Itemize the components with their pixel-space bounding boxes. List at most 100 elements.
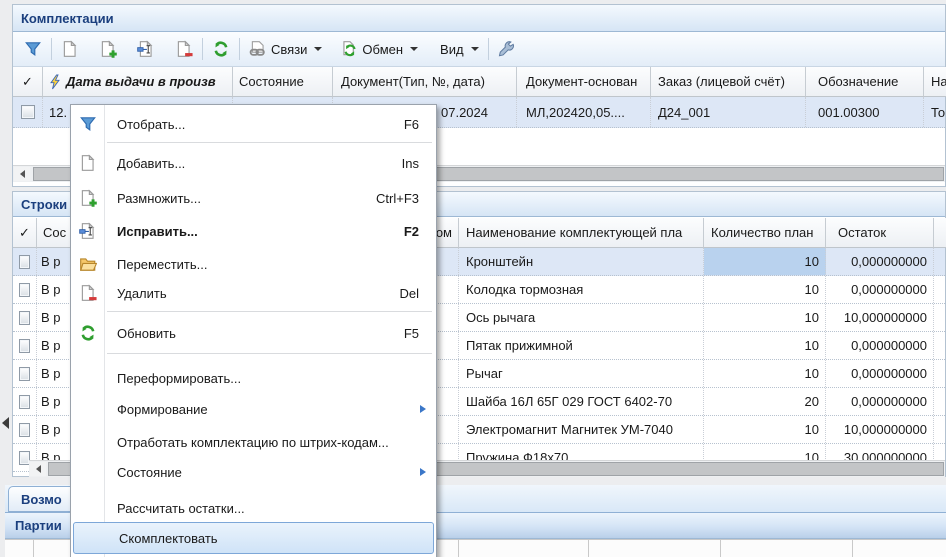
row-checkbox[interactable] xyxy=(19,339,30,353)
edit-doc-button[interactable] xyxy=(132,37,160,61)
settings-button[interactable] xyxy=(493,37,521,61)
qty-cell: 10 xyxy=(704,360,826,387)
row-check-cell xyxy=(13,304,37,331)
qty-cell: 10 xyxy=(704,332,826,359)
lines-col-check[interactable]: ✓ xyxy=(13,218,37,248)
menu-item-filter[interactable]: Отобрать... F6 xyxy=(72,108,435,140)
menu-item-add[interactable]: Добавить... Ins xyxy=(72,147,435,179)
qty-cell: 20 xyxy=(704,388,826,415)
column-divider xyxy=(852,540,853,557)
doc-edit-icon xyxy=(137,40,155,58)
menu-separator xyxy=(107,311,432,312)
duplicate-doc-button[interactable] xyxy=(94,37,122,61)
scroll-left-button[interactable] xyxy=(30,462,46,476)
docs-col-order[interactable]: Заказ (лицевой счёт) xyxy=(651,67,806,97)
doc-new-icon xyxy=(61,40,79,58)
row-checkbox[interactable] xyxy=(19,283,30,297)
menu-item-reform[interactable]: Переформировать... xyxy=(72,362,435,394)
menu-item-assemble[interactable]: Скомплектовать xyxy=(73,522,434,554)
lines-col-rest[interactable]: Остаток xyxy=(826,218,934,248)
row-checkbox[interactable] xyxy=(21,105,35,119)
row-check-cell xyxy=(13,332,37,359)
toolbar-separator xyxy=(51,38,52,60)
column-divider xyxy=(720,540,721,557)
chevron-down-icon xyxy=(314,47,322,51)
name-cell: Колодка тормозная xyxy=(459,276,704,303)
chain-icon xyxy=(249,40,267,58)
chevron-down-icon xyxy=(471,47,479,51)
filter-icon xyxy=(24,40,42,58)
docs-col-state[interactable]: Состояние xyxy=(233,67,333,97)
lines-col-name[interactable]: Наименование комплектующей пла xyxy=(459,218,704,248)
qty-cell: 10 xyxy=(704,248,826,275)
row-check-cell xyxy=(13,388,37,415)
order-cell: Д24_001 xyxy=(651,97,806,127)
row-checkbox[interactable] xyxy=(19,395,30,409)
row-check-cell xyxy=(13,276,37,303)
refresh-button[interactable] xyxy=(207,37,235,61)
rest-cell: 0,000000000 xyxy=(826,360,934,387)
new-doc-button[interactable] xyxy=(56,37,84,61)
docs-col-date[interactable]: Дата выдачи в произв xyxy=(43,67,233,97)
menu-item-move[interactable]: Переместить... xyxy=(72,248,435,280)
arrow-left-icon xyxy=(20,170,25,178)
arrow-left-icon xyxy=(36,465,41,473)
toolbar-separator xyxy=(488,38,489,60)
row-checkbox[interactable] xyxy=(19,423,30,437)
docs-col-doc[interactable]: Документ(Тип, №, дата) xyxy=(333,67,517,97)
order-header: Заказ (лицевой счёт) xyxy=(658,74,785,89)
state-header: Состояние xyxy=(239,74,304,89)
menu-item-formation[interactable]: Формирование xyxy=(72,393,435,425)
menu-item-duplicate[interactable]: Размножить... Ctrl+F3 xyxy=(72,182,435,214)
doc-add-icon xyxy=(79,189,97,207)
column-divider xyxy=(33,540,34,557)
folder-icon xyxy=(79,255,97,273)
menu-item-barcode-kitting[interactable]: Отработать комплектацию по штрих-кодам..… xyxy=(72,426,435,458)
docs-panel-title: Комплектации xyxy=(13,5,945,32)
row-checkbox[interactable] xyxy=(19,367,30,381)
rest-cell: 10,000000000 xyxy=(826,304,934,331)
links-label: Связи xyxy=(271,42,307,57)
splitter-collapse-icon[interactable] xyxy=(2,417,9,429)
filter-button[interactable] xyxy=(19,37,47,61)
menu-item-calc-rest[interactable]: Рассчитать остатки... xyxy=(72,492,435,524)
rest-cell: 10,000000000 xyxy=(826,416,934,443)
menu-item-state[interactable]: Состояние xyxy=(72,456,435,488)
docs-col-designation[interactable]: Обозначение xyxy=(806,67,924,97)
docs-col-name[interactable]: На xyxy=(924,67,946,97)
lines-col-qty[interactable]: Количество план xyxy=(704,218,826,248)
qty-cell: 10 xyxy=(704,304,826,331)
row-checkbox[interactable] xyxy=(19,255,30,269)
chevron-down-icon xyxy=(410,47,418,51)
name-cell: Электромагнит Магнитек УМ-7040 xyxy=(459,416,704,443)
state-header: Сос xyxy=(43,225,66,240)
row-check-cell xyxy=(13,248,37,275)
menu-item-edit[interactable]: Исправить... F2 xyxy=(72,215,435,247)
row-checkbox[interactable] xyxy=(19,311,30,325)
doc-new-icon xyxy=(79,154,97,172)
name-cell: Пятак прижимной xyxy=(459,332,704,359)
row-check-cell xyxy=(13,360,37,387)
delete-doc-button[interactable] xyxy=(170,37,198,61)
docs-header-row: ✓ Дата выдачи в произв Состояние Докумен… xyxy=(13,67,945,97)
view-dropdown[interactable]: Вид xyxy=(435,39,484,60)
name-cell: Кронштейн xyxy=(459,248,704,275)
context-menu: Отобрать... F6 Добавить... Ins Размножит… xyxy=(70,104,437,557)
links-dropdown[interactable]: Связи xyxy=(244,37,327,61)
refresh-icon xyxy=(79,324,97,342)
docs-col-doc-base[interactable]: Документ-основан xyxy=(517,67,651,97)
rest-header: Остаток xyxy=(838,225,886,240)
menu-item-delete[interactable]: Удалить Del xyxy=(72,277,435,309)
column-divider xyxy=(458,540,459,557)
scroll-left-button[interactable] xyxy=(14,167,30,181)
submenu-arrow-icon xyxy=(420,405,426,413)
exchange-dropdown[interactable]: Обмен xyxy=(335,37,423,61)
name-cell: То xyxy=(924,97,946,127)
menu-item-refresh[interactable]: Обновить F5 xyxy=(72,317,435,349)
docs-col-check[interactable]: ✓ xyxy=(13,67,43,97)
rest-cell: 0,000000000 xyxy=(826,388,934,415)
qty-header: Количество план xyxy=(711,225,813,240)
row-check-cell xyxy=(13,97,43,127)
left-margin xyxy=(0,0,12,557)
name-cell: Шайба 16Л 65Г 029 ГОСТ 6402-70 xyxy=(459,388,704,415)
